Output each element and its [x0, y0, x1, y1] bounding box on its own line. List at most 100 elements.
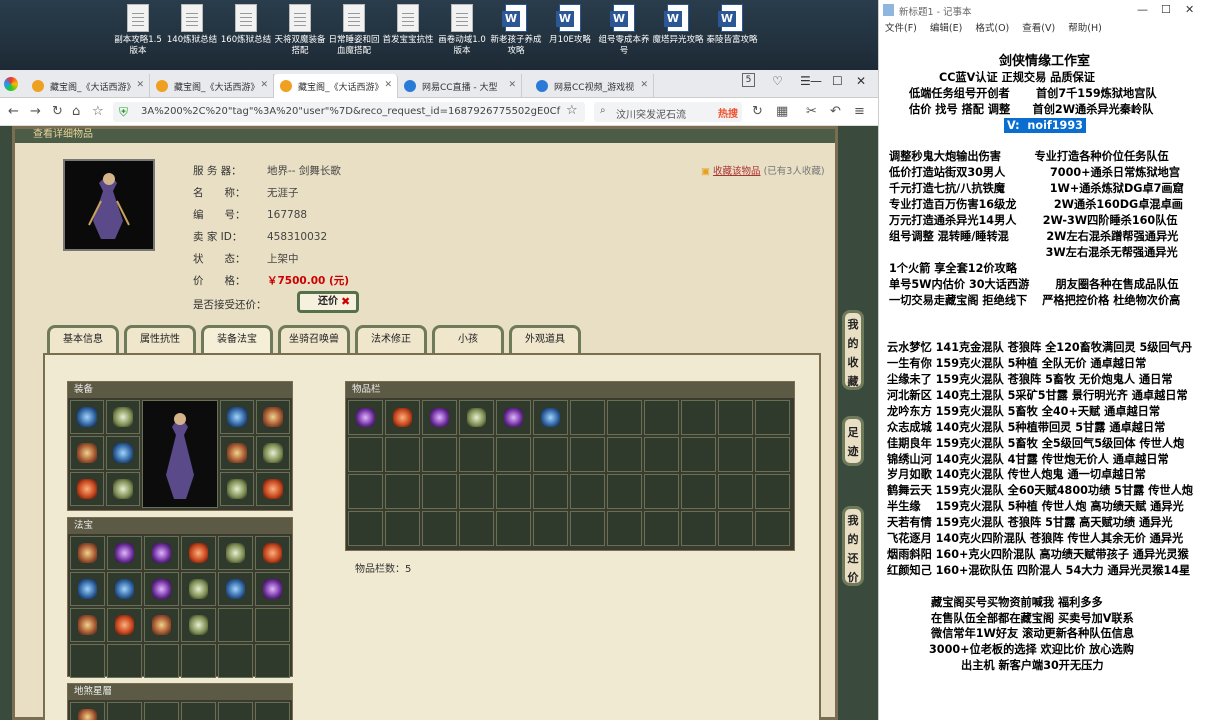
close-icon[interactable]: ✕	[136, 80, 144, 90]
treasure-slot[interactable]	[107, 608, 142, 642]
undo-icon[interactable]: ↶	[830, 104, 841, 119]
forward-icon[interactable]: →	[30, 104, 41, 119]
equip-slot[interactable]	[256, 400, 290, 434]
bag-slot[interactable]	[607, 511, 642, 546]
close-window-icon[interactable]: ✕	[1185, 3, 1194, 16]
menu-file[interactable]: 文件(F)	[885, 23, 917, 34]
tab-spells[interactable]: 法术修正	[355, 325, 427, 353]
desktop-icon-0[interactable]: 副本攻略1.5版本	[112, 4, 164, 57]
equip-slot[interactable]	[70, 436, 104, 470]
bag-slot[interactable]	[496, 400, 531, 435]
desktop-icon-4[interactable]: 日常睡姿和回血魔搭配	[328, 4, 380, 57]
bag-slot[interactable]	[348, 437, 383, 472]
treasure-slot[interactable]	[70, 608, 105, 642]
bag-slot[interactable]	[755, 437, 790, 472]
bag-slot[interactable]	[533, 474, 568, 509]
minimize-icon[interactable]: —	[1137, 3, 1148, 16]
hot-badge[interactable]: 热搜	[718, 105, 738, 120]
bag-slot[interactable]	[755, 511, 790, 546]
bag-slot[interactable]	[570, 400, 605, 435]
equip-slot[interactable]	[106, 472, 140, 506]
bag-slot[interactable]	[422, 474, 457, 509]
bag-slot[interactable]	[681, 511, 716, 546]
equip-slot[interactable]	[256, 472, 290, 506]
bag-slot[interactable]	[718, 437, 753, 472]
equip-slot[interactable]	[106, 436, 140, 470]
star-slot[interactable]	[70, 702, 105, 720]
treasure-slot[interactable]	[144, 536, 179, 570]
desktop-icon-11[interactable]: W 秦陵皆富攻略	[706, 4, 758, 46]
tab-attributes[interactable]: 属性抗性	[124, 325, 196, 353]
browser-tab[interactable]: 网易CC直播 - 大型 ✕	[398, 74, 522, 98]
desktop-icon-8[interactable]: W 月10E攻略	[544, 4, 596, 46]
bag-slot[interactable]	[385, 511, 420, 546]
browser-tab-active[interactable]: 藏宝阁_《大话西游》 ✕	[274, 74, 398, 98]
treasure-slot[interactable]	[144, 608, 179, 642]
bag-slot[interactable]	[422, 437, 457, 472]
bookmark-icon[interactable]: ☆	[92, 104, 104, 119]
bag-slot[interactable]	[422, 511, 457, 546]
treasure-slot[interactable]	[181, 536, 216, 570]
bag-slot[interactable]	[348, 400, 383, 435]
scissors-icon[interactable]: ✂	[806, 104, 817, 119]
treasure-slot[interactable]	[255, 608, 290, 642]
menu-view[interactable]: 查看(V)	[1022, 23, 1055, 34]
equip-slot[interactable]	[220, 472, 254, 506]
home-icon[interactable]: ⌂	[72, 104, 80, 119]
desktop-icon-5[interactable]: 首发宝宝抗性	[382, 4, 434, 46]
equip-slot[interactable]	[70, 400, 104, 434]
bag-slot[interactable]	[348, 474, 383, 509]
skin-icon[interactable]: ♡	[772, 74, 783, 88]
treasure-slot[interactable]	[107, 644, 142, 678]
bag-slot[interactable]	[422, 400, 457, 435]
treasure-slot[interactable]	[144, 644, 179, 678]
close-icon[interactable]: ✕	[384, 80, 392, 90]
treasure-slot[interactable]	[107, 536, 142, 570]
bag-slot[interactable]	[644, 511, 679, 546]
search-input[interactable]: ⌕ 汶川突发泥石流 热搜	[594, 102, 742, 122]
bag-slot[interactable]	[385, 437, 420, 472]
bag-slot[interactable]	[570, 511, 605, 546]
bag-slot[interactable]	[644, 474, 679, 509]
desktop-icon-9[interactable]: W 组号零成本养号	[598, 4, 650, 57]
star-slot[interactable]	[181, 702, 216, 720]
bag-slot[interactable]	[385, 474, 420, 509]
bag-slot[interactable]	[755, 474, 790, 509]
tab-children[interactable]: 小孩	[432, 325, 504, 353]
bag-slot[interactable]	[718, 474, 753, 509]
favorite-link[interactable]: ▣ 收藏该物品 (已有3人收藏)	[701, 163, 825, 177]
bag-slot[interactable]	[533, 511, 568, 546]
bag-slot[interactable]	[496, 437, 531, 472]
bag-slot[interactable]	[459, 437, 494, 472]
bag-slot[interactable]	[681, 437, 716, 472]
refresh-alt-icon[interactable]: ↻	[752, 104, 763, 119]
equip-slot[interactable]	[256, 436, 290, 470]
treasure-slot[interactable]	[70, 536, 105, 570]
treasure-slot[interactable]	[144, 572, 179, 606]
bag-slot[interactable]	[755, 400, 790, 435]
tab-appearance[interactable]: 外观道具	[509, 325, 581, 353]
browser-tab[interactable]: 网易CC视频_游戏视 ✕	[530, 74, 654, 98]
bag-slot[interactable]	[348, 511, 383, 546]
tab-basic-info[interactable]: 基本信息	[47, 325, 119, 353]
treasure-slot[interactable]	[255, 572, 290, 606]
bag-slot[interactable]	[681, 400, 716, 435]
refresh-icon[interactable]: ↻	[52, 104, 63, 119]
maximize-icon[interactable]: ☐	[832, 74, 843, 88]
maximize-icon[interactable]: ☐	[1161, 3, 1171, 16]
treasure-slot[interactable]	[181, 572, 216, 606]
treasure-slot[interactable]	[181, 644, 216, 678]
treasure-slot[interactable]	[70, 572, 105, 606]
treasure-slot[interactable]	[107, 572, 142, 606]
treasure-slot[interactable]	[218, 644, 253, 678]
bag-slot[interactable]	[607, 437, 642, 472]
bag-slot[interactable]	[718, 511, 753, 546]
desktop-icon-3[interactable]: 天将双魔装备搭配	[274, 4, 326, 57]
menu-edit[interactable]: 编辑(E)	[930, 23, 962, 34]
treasure-slot[interactable]	[218, 536, 253, 570]
bag-slot[interactable]	[533, 437, 568, 472]
close-icon[interactable]: ✕	[260, 80, 268, 90]
back-icon[interactable]: ←	[8, 104, 19, 119]
browser-tab[interactable]: 藏宝阁_《大话西游》 ✕	[26, 74, 150, 98]
tab-equipment[interactable]: 装备法宝	[201, 325, 273, 353]
